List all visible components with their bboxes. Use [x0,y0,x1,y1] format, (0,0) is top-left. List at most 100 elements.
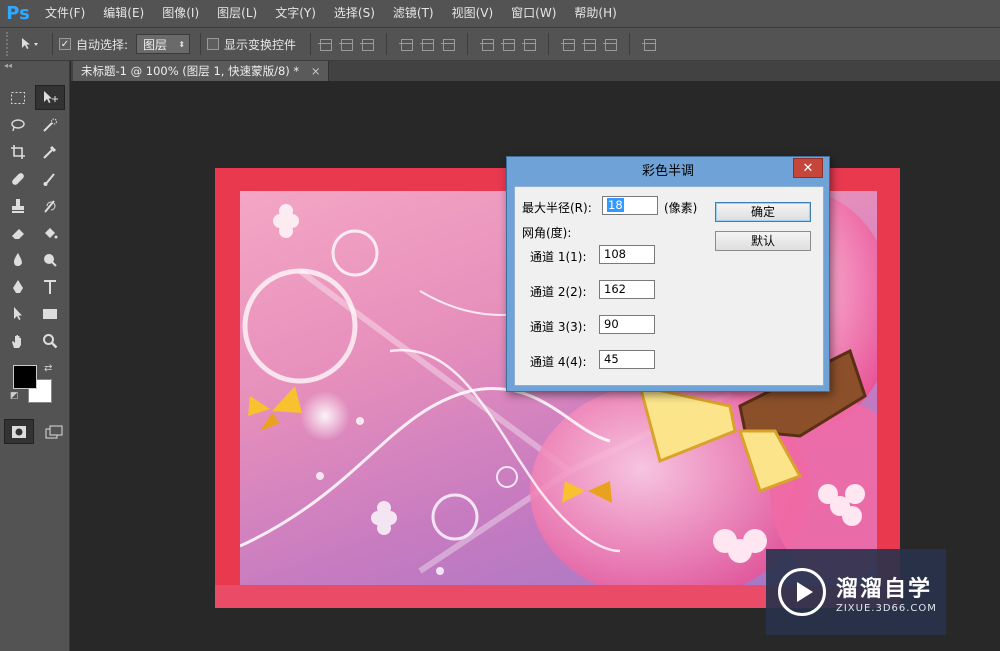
menu-image[interactable]: 图像(I) [153,0,208,27]
watermark: 溜溜自学 ZIXUE.3D66.COM [766,549,946,635]
menu-type[interactable]: 文字(Y) [266,0,325,27]
default-button[interactable]: 默认 [715,231,811,251]
separator [386,33,388,55]
channel-2-input[interactable]: 162 [599,280,655,299]
swap-colors-icon[interactable]: ⇄ [44,363,52,374]
distribute-top-icon[interactable] [479,36,495,52]
menu-layer[interactable]: 图层(L) [208,0,266,27]
distribute-hcenter-icon[interactable] [581,36,597,52]
show-transform-label: 显示变换控件 [224,37,297,52]
channel-1-input[interactable]: 108 [599,245,655,264]
butterfly-left [248,386,302,431]
marquee-tool-icon[interactable] [3,85,33,110]
options-grip[interactable] [6,32,14,56]
move-tool-preset-icon[interactable] [14,32,46,56]
channel-3-input[interactable]: 90 [599,315,655,334]
screen-mode-icon[interactable] [40,419,69,444]
auto-select-value: 图层 [143,37,168,52]
align-vcenter-icon[interactable] [338,36,354,52]
color-halftone-dialog: 彩色半调 ✕ 最大半径(R): 18 (像素) 网角(度): 通道 1(1): … [506,156,830,392]
channel-2-label: 通道 2(2): [530,285,587,299]
align-left-icon[interactable] [398,36,414,52]
dialog-title[interactable]: 彩色半调 [507,157,829,186]
quick-mask-row [0,419,69,444]
distribute-right-icon[interactable] [602,36,618,52]
max-radius-label: 最大半径(R): [522,201,592,215]
auto-align-icon[interactable] [641,36,657,52]
photoshop-window: Ps 文件(F) 编辑(E) 图像(I) 图层(L) 文字(Y) 选择(S) 滤… [0,0,1000,651]
app-logo[interactable]: Ps [0,0,36,27]
dialog-body: 最大半径(R): 18 (像素) 网角(度): 通道 1(1): 108 通道 … [514,186,824,386]
dropdown-arrows-icon: ⬍ [178,39,186,49]
clone-stamp-tool-icon[interactable] [3,193,33,218]
tool-grid [0,73,69,353]
document-tab-bar: 未标题-1 @ 100% (图层 1, 快速蒙版/8) * × [71,61,1000,81]
zoom-tool-icon[interactable] [35,328,65,353]
watermark-url: ZIXUE.3D66.COM [836,602,937,614]
show-transform-checkbox[interactable] [207,38,220,50]
auto-select-dropdown[interactable]: 图层 ⬍ [136,34,191,54]
blur-tool-icon[interactable] [3,247,33,272]
rectangle-tool-icon[interactable] [35,301,65,326]
align-top-icon[interactable] [317,36,333,52]
close-tab-icon[interactable]: × [311,64,321,78]
pixels-unit-label: (像素) [664,201,698,215]
align-hcenter-icon[interactable] [419,36,435,52]
channel-3-label: 通道 3(3): [530,320,587,334]
separator [310,33,312,55]
max-radius-value: 18 [607,198,624,212]
menu-bar: Ps 文件(F) 编辑(E) 图像(I) 图层(L) 文字(Y) 选择(S) 滤… [0,0,1000,27]
menu-help[interactable]: 帮助(H) [565,0,625,27]
document-tab[interactable]: 未标题-1 @ 100% (图层 1, 快速蒙版/8) * × [73,61,330,81]
dialog-close-button[interactable]: ✕ [793,158,823,178]
color-swatches: ⇄ ◩ [0,359,69,419]
options-bar: ✓ 自动选择: 图层 ⬍ 显示变换控件 [0,27,1000,61]
menu-select[interactable]: 选择(S) [325,0,384,27]
auto-select-label: 自动选择: [76,37,129,52]
paint-bucket-tool-icon[interactable] [35,220,65,245]
channel-1-label: 通道 1(1): [530,250,587,264]
separator [467,33,469,55]
default-colors-icon[interactable]: ◩ [10,391,19,401]
quick-mask-icon[interactable] [4,419,34,444]
foreground-color-swatch[interactable] [13,365,37,389]
hand-tool-icon[interactable] [3,328,33,353]
path-selection-tool-icon[interactable] [3,301,33,326]
crop-tool-icon[interactable] [3,139,33,164]
menu-edit[interactable]: 编辑(E) [94,0,153,27]
auto-select-checkbox[interactable]: ✓ [59,38,71,50]
quick-selection-tool-icon[interactable] [35,112,65,137]
eyedropper-tool-icon[interactable] [35,139,65,164]
eraser-tool-icon[interactable] [3,220,33,245]
align-bottom-icon[interactable] [359,36,375,52]
type-tool-icon[interactable] [35,274,65,299]
menu-file[interactable]: 文件(F) [36,0,94,27]
brush-tool-icon[interactable] [35,166,65,191]
play-logo-icon [778,568,826,616]
lasso-tool-icon[interactable] [3,112,33,137]
distribute-left-icon[interactable] [560,36,576,52]
channel-4-label: 通道 4(4): [530,355,587,369]
document-tab-title: 未标题-1 @ 100% (图层 1, 快速蒙版/8) * [81,64,300,78]
move-tool-icon[interactable] [35,85,65,110]
max-radius-input[interactable]: 18 [602,196,658,215]
distribute-bottom-icon[interactable] [521,36,537,52]
channel-4-input[interactable]: 45 [599,350,655,369]
history-brush-tool-icon[interactable] [35,193,65,218]
screen-angles-label: 网角(度): [522,226,572,240]
dodge-tool-icon[interactable] [35,247,65,272]
menu-filter[interactable]: 滤镜(T) [384,0,443,27]
ok-button[interactable]: 确定 [715,202,811,222]
distribute-vcenter-icon[interactable] [500,36,516,52]
healing-brush-tool-icon[interactable] [3,166,33,191]
menu-view[interactable]: 视图(V) [443,0,503,27]
separator [200,33,202,55]
tools-panel: ◂◂ ⇄ ◩ [0,61,70,651]
pen-tool-icon[interactable] [3,274,33,299]
separator [548,33,550,55]
menu-window[interactable]: 窗口(W) [502,0,565,27]
tools-collapse-button[interactable]: ◂◂ [0,61,69,73]
align-buttons [317,33,657,55]
separator [629,33,631,55]
align-right-icon[interactable] [440,36,456,52]
